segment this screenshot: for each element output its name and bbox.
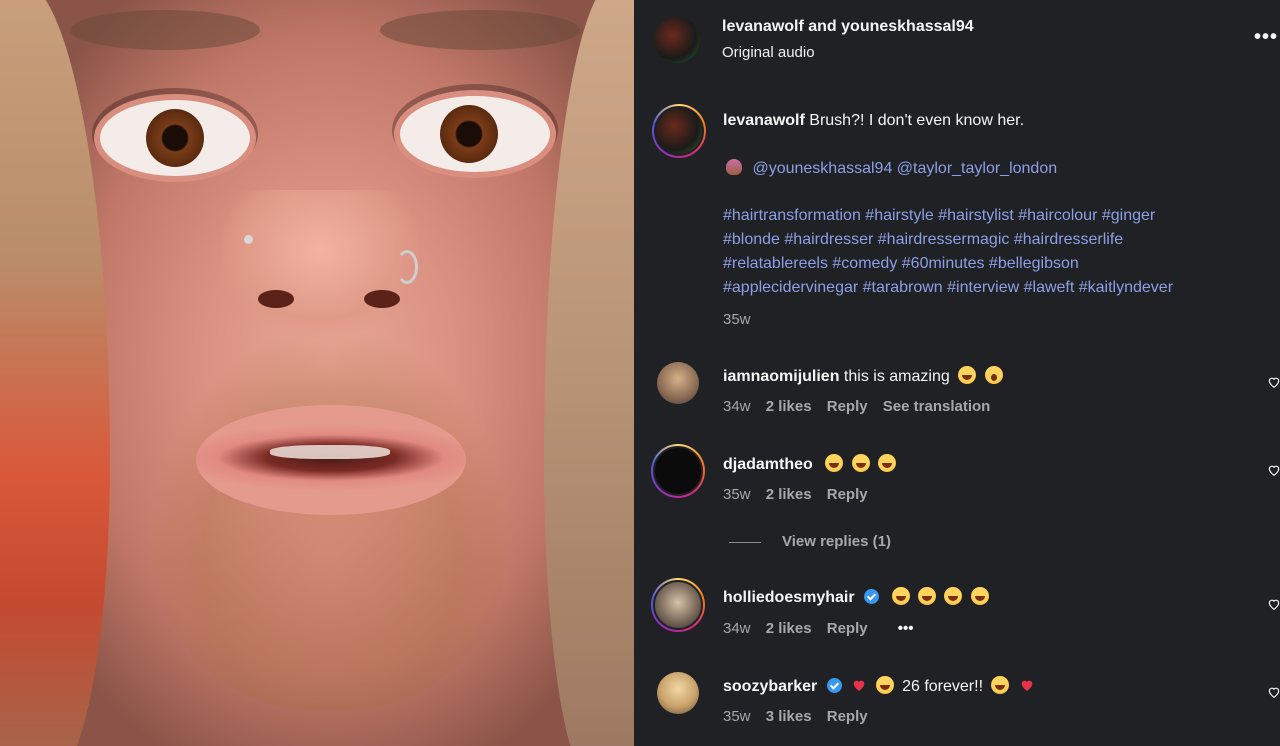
audio-label[interactable]: Original audio	[722, 44, 815, 61]
reply-button[interactable]: Reply	[827, 398, 868, 415]
comment-username[interactable]: iamnaomijulien	[723, 368, 839, 385]
comment-text: 26 forever!!	[902, 678, 984, 695]
laughing-emoji-icon	[970, 587, 989, 605]
comment-meta: 34w 2 likes Reply See translation	[723, 398, 990, 415]
nose	[220, 190, 420, 340]
caption-mentions[interactable]: @youneskhassal94 @taylor_taylor_london	[752, 160, 1057, 177]
comment-avatar[interactable]	[657, 672, 699, 714]
laughing-emoji-icon	[878, 454, 897, 472]
reply-button[interactable]: Reply	[827, 486, 868, 503]
header-avatar[interactable]	[654, 17, 700, 63]
laughing-emoji-icon	[891, 587, 910, 605]
laughing-emoji-icon	[851, 454, 870, 472]
comment-line: iamnaomijulien this is amazing	[723, 366, 1003, 386]
like-heart-icon[interactable]	[1267, 597, 1280, 611]
comment-line: holliedoesmyhair	[723, 587, 989, 607]
replies-divider	[729, 542, 761, 543]
reply-button[interactable]: Reply	[827, 708, 868, 725]
comment-line: soozybarker 26 forever!!	[723, 676, 1035, 696]
nose-ring	[396, 250, 418, 284]
caption-mentions-line: @youneskhassal94 @taylor_taylor_london	[726, 159, 1057, 178]
comment-username[interactable]: djadamtheo	[723, 456, 813, 473]
comment-username[interactable]: soozybarker	[723, 678, 817, 695]
caption-avatar[interactable]	[652, 104, 706, 158]
nose-stud	[244, 235, 253, 244]
comment-more-options-icon[interactable]: •••	[898, 620, 914, 637]
comment-likes[interactable]: 2 likes	[766, 398, 812, 415]
like-heart-icon[interactable]	[1267, 685, 1280, 699]
like-heart-icon[interactable]	[1267, 463, 1280, 477]
comment-avatar[interactable]	[657, 362, 699, 404]
comment-avatar[interactable]	[651, 578, 705, 632]
comment-time: 34w	[723, 398, 751, 415]
like-heart-icon[interactable]	[1267, 375, 1280, 389]
view-replies-button[interactable]: View replies (1)	[782, 533, 891, 550]
brow-left	[70, 10, 260, 50]
reel-video[interactable]	[0, 0, 634, 746]
eye-left	[100, 100, 250, 176]
comment-likes[interactable]: 2 likes	[766, 486, 812, 503]
beard	[150, 330, 510, 710]
caption-text: Brush?! I don't even know her.	[809, 112, 1025, 129]
laughing-emoji-icon	[875, 676, 894, 694]
red-heart-emoji-icon	[853, 680, 865, 691]
brow-right	[380, 10, 580, 50]
verified-badge-icon	[826, 678, 842, 693]
mouth	[196, 405, 466, 515]
comment-meta: 35w 3 likes Reply	[723, 708, 868, 725]
hashtag-line[interactable]: #applecidervinegar #tarabrown #interview…	[723, 279, 1173, 297]
comment-meta: 34w 2 likes Reply •••	[723, 620, 914, 637]
hair-salon-icon	[726, 159, 742, 175]
comment-time: 34w	[723, 620, 751, 637]
reply-button[interactable]: Reply	[827, 620, 868, 637]
comment-text: this is amazing	[843, 368, 950, 385]
nostril-right	[364, 290, 400, 308]
comment-meta: 35w 2 likes Reply	[723, 486, 868, 503]
laughing-emoji-icon	[825, 454, 844, 472]
post-panel: levanawolf and youneskhassal94 Original …	[634, 0, 1280, 746]
comment-avatar[interactable]	[651, 444, 705, 498]
teeth	[270, 445, 390, 459]
laughing-emoji-icon	[991, 676, 1010, 694]
comment-username[interactable]: holliedoesmyhair	[723, 589, 855, 606]
see-translation-button[interactable]: See translation	[883, 398, 991, 415]
eye-right	[400, 96, 550, 172]
verified-badge-icon	[864, 589, 880, 604]
laughing-emoji-icon	[917, 587, 936, 605]
hair-left	[0, 0, 110, 746]
header-title[interactable]: levanawolf and youneskhassal94	[722, 18, 974, 36]
caption-time: 35w	[723, 311, 751, 328]
comment-time: 35w	[723, 486, 751, 503]
caption-line: levanawolf Brush?! I don't even know her…	[723, 112, 1024, 130]
face-emoji-icon	[984, 366, 1003, 384]
hair-right	[544, 0, 634, 746]
nostril-left	[258, 290, 294, 308]
red-heart-emoji-icon	[1021, 680, 1033, 691]
hashtag-line[interactable]: #blonde #hairdresser #hairdressermagic #…	[723, 231, 1123, 249]
laughing-emoji-icon	[958, 366, 977, 384]
laughing-emoji-icon	[944, 587, 963, 605]
comment-time: 35w	[723, 708, 751, 725]
more-options-icon[interactable]: •••	[1254, 26, 1278, 49]
comment-likes[interactable]: 3 likes	[766, 708, 812, 725]
hashtag-line[interactable]: #relatablereels #comedy #60minutes #bell…	[723, 255, 1079, 273]
comment-line: djadamtheo	[723, 454, 897, 474]
caption-username[interactable]: levanawolf	[723, 112, 805, 129]
comment-likes[interactable]: 2 likes	[766, 620, 812, 637]
hashtag-line[interactable]: #hairtransformation #hairstyle #hairstyl…	[723, 207, 1155, 225]
